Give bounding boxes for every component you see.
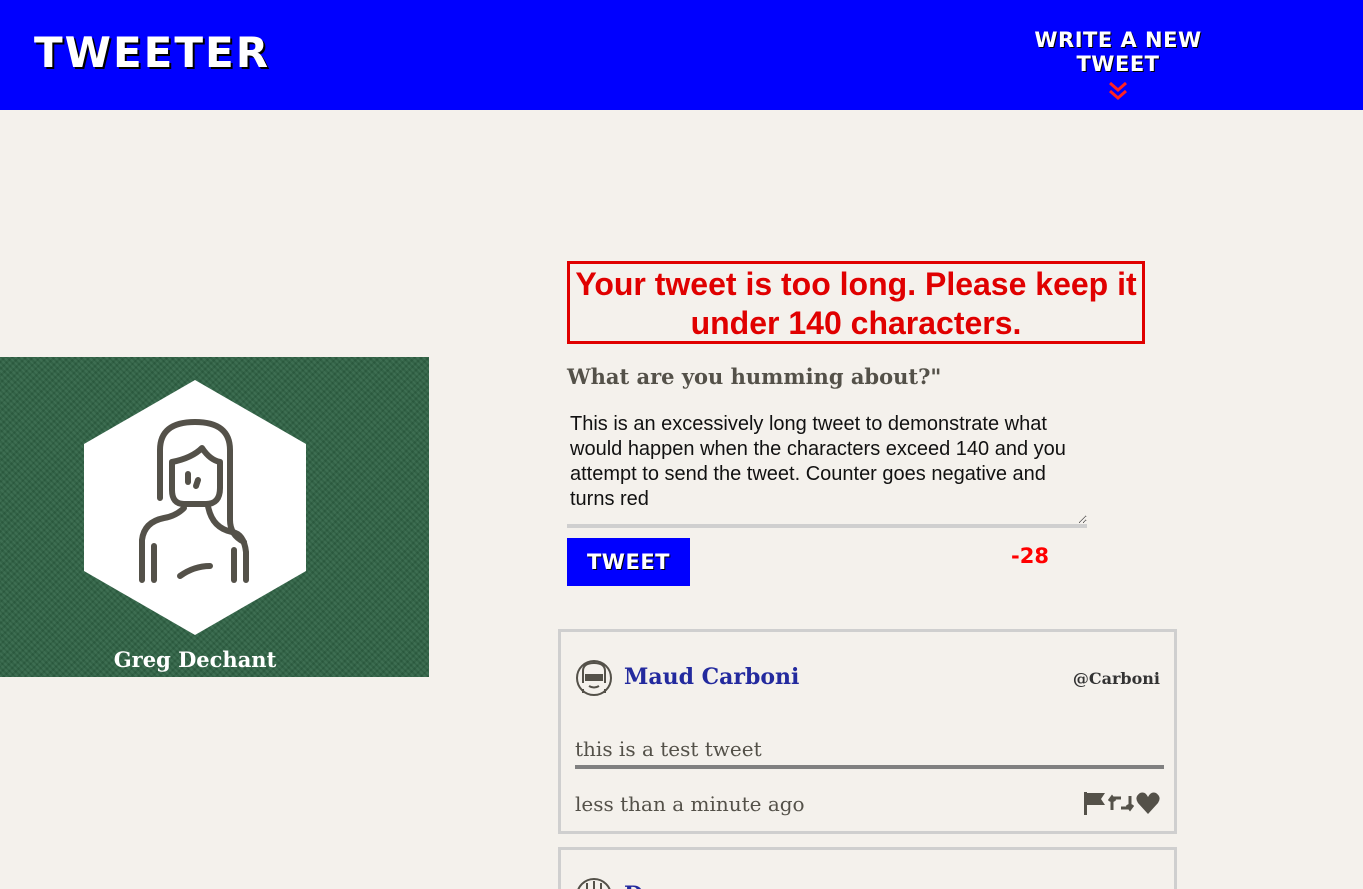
compose-heading: What are you humming about?": [567, 364, 942, 389]
tweet-content: this is a test tweet: [575, 737, 1164, 769]
user-avatar-icon: [576, 660, 612, 696]
user-avatar-icon: [577, 878, 611, 889]
tweet-card: D: [558, 847, 1177, 889]
flag-icon[interactable]: [1081, 790, 1107, 816]
tweet-actions: [1081, 790, 1161, 816]
tweet-author-name[interactable]: D: [624, 882, 643, 889]
write-new-tweet-link[interactable]: WRITE A NEW TWEET: [990, 28, 1246, 102]
tweet-textarea[interactable]: This is an excessively long tweet to dem…: [567, 410, 1087, 528]
tweet-author-handle: @Carboni: [1072, 669, 1160, 688]
profile-card: Greg Dechant: [0, 357, 429, 677]
tweet-submit-button[interactable]: TWEET: [567, 538, 690, 586]
tweet-author-name[interactable]: Maud Carboni: [624, 664, 799, 690]
top-nav: TWEETER WRITE A NEW TWEET: [0, 0, 1363, 110]
brand-logo[interactable]: TWEETER: [34, 28, 270, 77]
heart-icon[interactable]: [1135, 790, 1161, 816]
error-message: Your tweet is too long. Please keep it u…: [567, 261, 1145, 344]
profile-name: Greg Dechant: [113, 647, 277, 672]
retweet-icon[interactable]: [1107, 790, 1135, 816]
character-counter: -28: [1011, 544, 1049, 568]
tweet-timestamp: less than a minute ago: [575, 792, 805, 816]
person-avatar-icon: [84, 380, 306, 635]
write-new-tweet-label: WRITE A NEW TWEET: [1034, 28, 1202, 76]
tweet-card: Maud Carboni @Carboni this is a test twe…: [558, 629, 1177, 834]
double-chevron-down-icon: [1109, 81, 1127, 100]
